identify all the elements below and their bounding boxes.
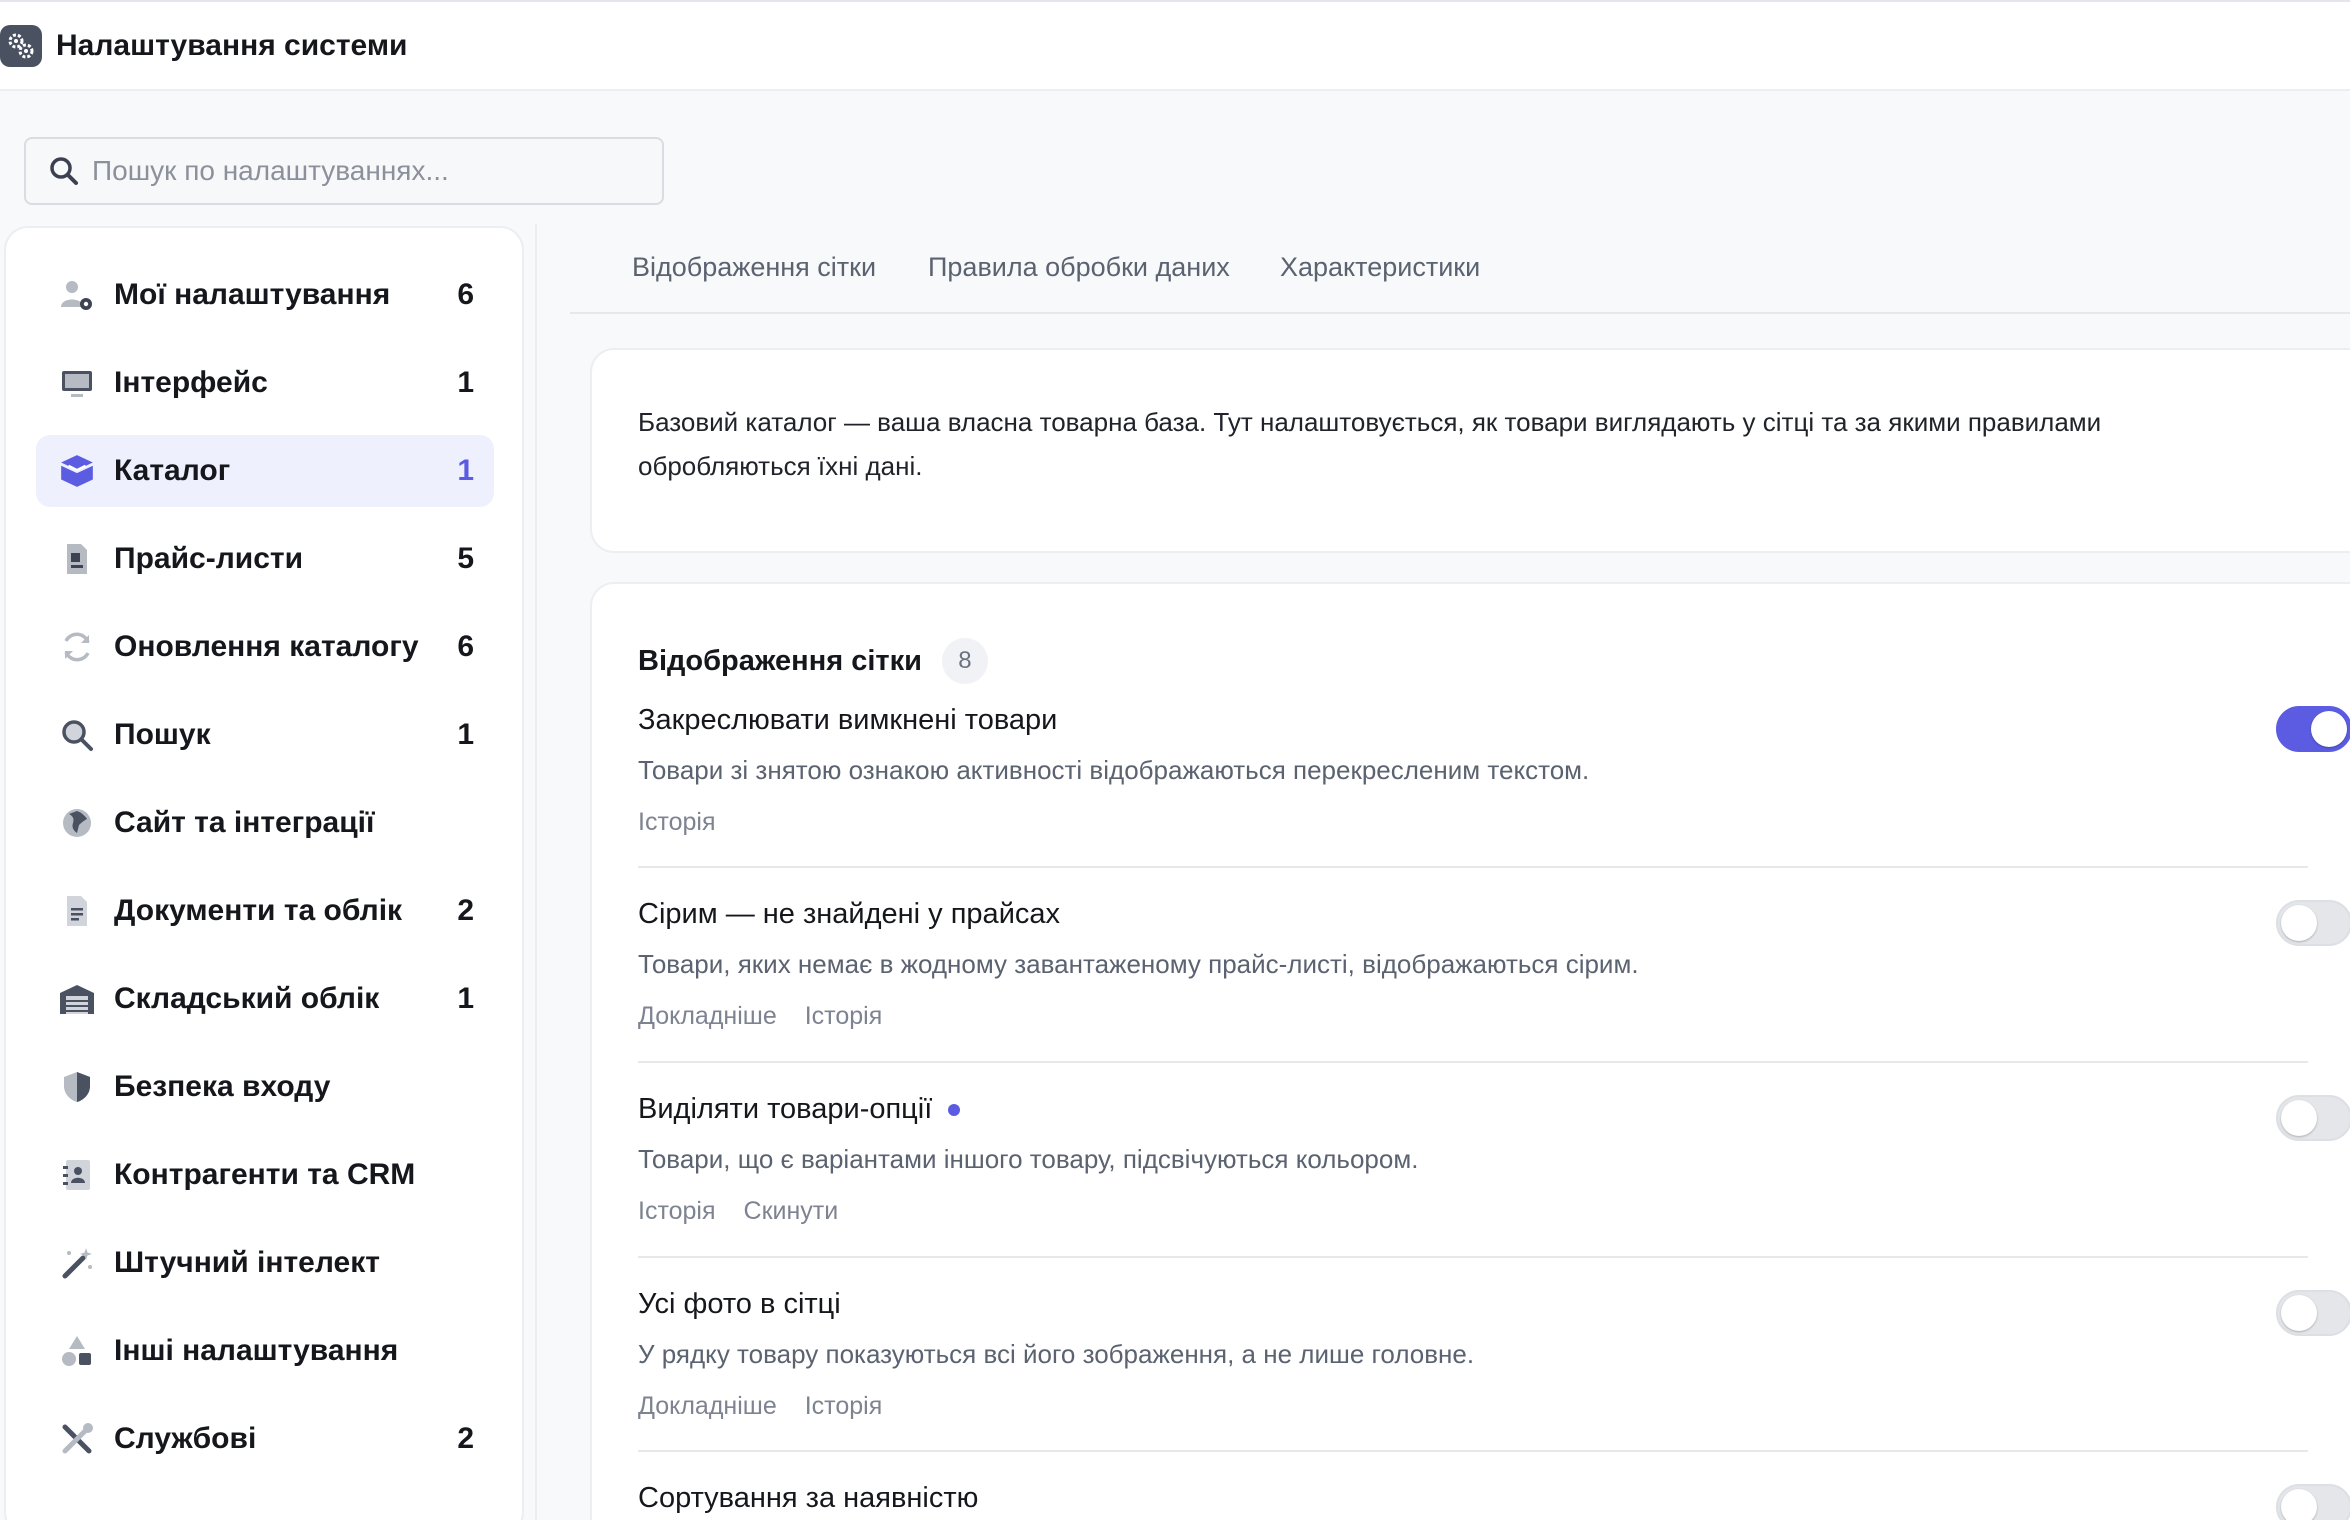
history-link[interactable]: Історія [805, 1392, 883, 1421]
tab-characteristics[interactable]: Характеристики [1280, 252, 1480, 283]
setting-description: У рядку товару показуються всі його зобр… [638, 1339, 1475, 1369]
sidebar-item-documents[interactable]: Документи та облік 2 [36, 875, 494, 947]
sidebar-item-service[interactable]: Службові 2 [36, 1403, 494, 1475]
sidebar-item-interface[interactable]: Інтерфейс 1 [36, 347, 494, 419]
search-icon [50, 157, 78, 185]
setting-title: Сірим — не знайдені у прайсах [638, 898, 1061, 930]
user-gear-icon [58, 276, 96, 314]
toggle-knob [2281, 1295, 2317, 1331]
sidebar-item-login-security[interactable]: Безпека входу [36, 1051, 494, 1123]
count-badge: 6 [457, 278, 474, 311]
count-badge: 2 [457, 894, 474, 927]
modified-dot-icon [948, 1103, 961, 1116]
divider [638, 1256, 2308, 1258]
details-link[interactable]: Докладніше [638, 1392, 777, 1421]
history-link[interactable]: Історія [805, 1002, 883, 1031]
search-icon [58, 716, 96, 754]
search-input[interactable] [92, 155, 652, 187]
search-box[interactable] [24, 137, 664, 205]
history-link[interactable]: Історія [638, 1197, 716, 1226]
setting-gray-not-in-prices: Сірим — не знайдені у прайсах Товари, як… [638, 898, 2308, 1031]
sidebar-item-catalog[interactable]: Каталог 1 [36, 435, 494, 507]
tab-grid-display[interactable]: Відображення сітки [632, 252, 876, 283]
toggle-knob [2281, 905, 2317, 941]
sidebar-item-warehouse[interactable]: Складський облік 1 [36, 963, 494, 1035]
count-badge: 2 [457, 1422, 474, 1455]
sidebar-item-ai[interactable]: Штучний інтелект [36, 1227, 494, 1299]
price-doc-icon [58, 540, 96, 578]
history-link[interactable]: Історія [638, 808, 716, 837]
count-badge: 5 [457, 542, 474, 575]
toggle-knob [2311, 711, 2347, 747]
toggle-sort-by-availability[interactable] [2276, 1484, 2350, 1520]
divider [638, 1450, 2308, 1452]
sidebar-item-other-settings[interactable]: Інші налаштування [36, 1315, 494, 1387]
magic-wand-icon [58, 1244, 96, 1282]
sidebar-item-contractors-crm[interactable]: Контрагенти та CRM [36, 1139, 494, 1211]
tools-icon [58, 1420, 96, 1458]
count-badge: 6 [457, 630, 474, 663]
setting-description: Товари, що є варіантами іншого товару, п… [638, 1144, 1419, 1174]
contact-card-icon [58, 1156, 96, 1194]
warehouse-icon [58, 980, 96, 1018]
divider [638, 1061, 2308, 1063]
sidebar: Мої налаштування 6 Інтерфейс 1 Каталог 1 [4, 226, 524, 1520]
divider [638, 866, 2308, 868]
toggle-highlight-options[interactable] [2276, 1095, 2350, 1141]
monitor-icon [58, 364, 96, 402]
settings-section-card: Відображення сітки 8 Закреслювати вимкне… [590, 582, 2350, 1520]
section-count-badge: 8 [941, 638, 988, 684]
setting-title: Виділяти товари-опції [638, 1093, 2308, 1126]
setting-strike-disabled: Закреслювати вимкнені товари Товари зі з… [638, 704, 2308, 837]
setting-title: Сортування за наявністю [638, 1482, 979, 1514]
top-bar: Налаштування системи [0, 0, 2350, 91]
count-badge: 1 [457, 454, 474, 487]
box-icon [58, 452, 96, 490]
setting-description: Товари, яких немає в жодному завантажено… [638, 949, 1639, 979]
panel-divider [535, 224, 537, 1520]
shield-icon [58, 1068, 96, 1106]
intro-text: Базовий каталог — ваша власна товарна ба… [638, 407, 2102, 481]
setting-title: Усі фото в сітці [638, 1288, 841, 1320]
setting-all-photos: Усі фото в сітці У рядку товару показуют… [638, 1288, 2308, 1421]
sidebar-item-catalog-update[interactable]: Оновлення каталогу 6 [36, 611, 494, 683]
refresh-icon [58, 628, 96, 666]
toggle-all-photos[interactable] [2276, 1290, 2350, 1336]
count-badge: 1 [457, 982, 474, 1015]
reset-link[interactable]: Скинути [744, 1197, 839, 1226]
setting-description: Товари зі знятою ознакою активності відо… [638, 755, 1590, 785]
sidebar-item-search[interactable]: Пошук 1 [36, 699, 494, 771]
tab-bar: Відображення сітки Правила обробки даних… [570, 226, 2350, 314]
count-badge: 1 [457, 718, 474, 751]
toggle-strike-disabled[interactable] [2276, 706, 2350, 752]
globe-icon [58, 804, 96, 842]
intro-card: Базовий каталог — ваша власна товарна ба… [590, 348, 2350, 553]
details-link[interactable]: Докладніше [638, 1002, 777, 1031]
setting-title: Закреслювати вимкнені товари [638, 704, 1058, 736]
tab-data-rules[interactable]: Правила обробки даних [928, 252, 1230, 283]
document-icon [58, 892, 96, 930]
section-title: Відображення сітки 8 [638, 638, 988, 684]
sidebar-item-my-settings[interactable]: Мої налаштування 6 [36, 259, 494, 331]
sidebar-item-site-integrations[interactable]: Сайт та інтеграції [36, 787, 494, 859]
setting-sort-by-availability: Сортування за наявністю [638, 1482, 2308, 1515]
gears-icon [0, 24, 42, 67]
sidebar-item-price-lists[interactable]: Прайс-листи 5 [36, 523, 494, 595]
shapes-icon [58, 1332, 96, 1370]
setting-highlight-options: Виділяти товари-опції Товари, що є варіа… [638, 1093, 2308, 1226]
page-title: Налаштування системи [56, 28, 408, 62]
count-badge: 1 [457, 366, 474, 399]
toggle-knob [2281, 1489, 2317, 1520]
toggle-gray-not-in-prices[interactable] [2276, 900, 2350, 946]
toggle-knob [2281, 1100, 2317, 1136]
